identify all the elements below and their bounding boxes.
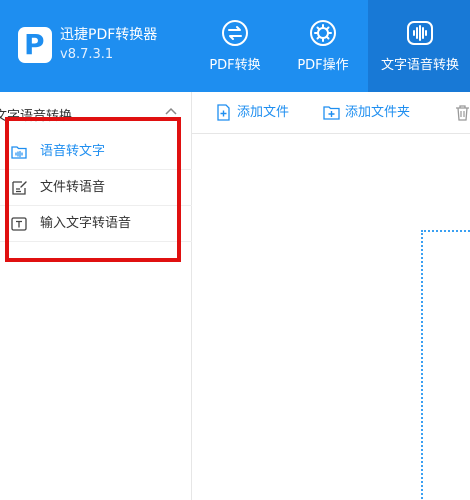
highlight-box (5, 117, 181, 262)
add-file-button[interactable]: 添加文件 (215, 104, 297, 122)
chevron-up-icon (165, 107, 177, 115)
tab-label: PDF转换 (209, 58, 261, 73)
swap-arrows-icon (222, 20, 248, 46)
trash-icon (456, 105, 469, 121)
toolbar: 添加文件 添加文件夹 (192, 92, 470, 134)
add-file-icon (217, 104, 230, 121)
audio-wave-icon (407, 21, 433, 45)
app-header: P 迅捷PDF转换器 v8.7.3.1 PDF转换 PDF操作 文字语音转换 (0, 0, 470, 92)
file-drop-zone[interactable] (421, 230, 470, 500)
add-folder-label: 添加文件夹 (345, 105, 411, 120)
add-file-label: 添加文件 (237, 105, 290, 120)
tab-label: PDF操作 (297, 58, 349, 73)
add-folder-icon (323, 106, 340, 120)
delete-button[interactable] (454, 104, 470, 122)
gear-icon (310, 20, 336, 46)
tab-text-speech[interactable]: 文字语音转换 (368, 0, 470, 92)
tab-pdf-convert[interactable]: PDF转换 (196, 0, 274, 92)
app-title: 迅捷PDF转换器 (60, 27, 158, 43)
add-folder-button[interactable]: 添加文件夹 (323, 104, 425, 122)
tab-label: 文字语音转换 (380, 58, 459, 73)
app-version: v8.7.3.1 (60, 47, 114, 62)
app-logo: P (18, 27, 52, 63)
tab-pdf-ops[interactable]: PDF操作 (284, 0, 362, 92)
app-logo-letter: P (24, 28, 45, 61)
